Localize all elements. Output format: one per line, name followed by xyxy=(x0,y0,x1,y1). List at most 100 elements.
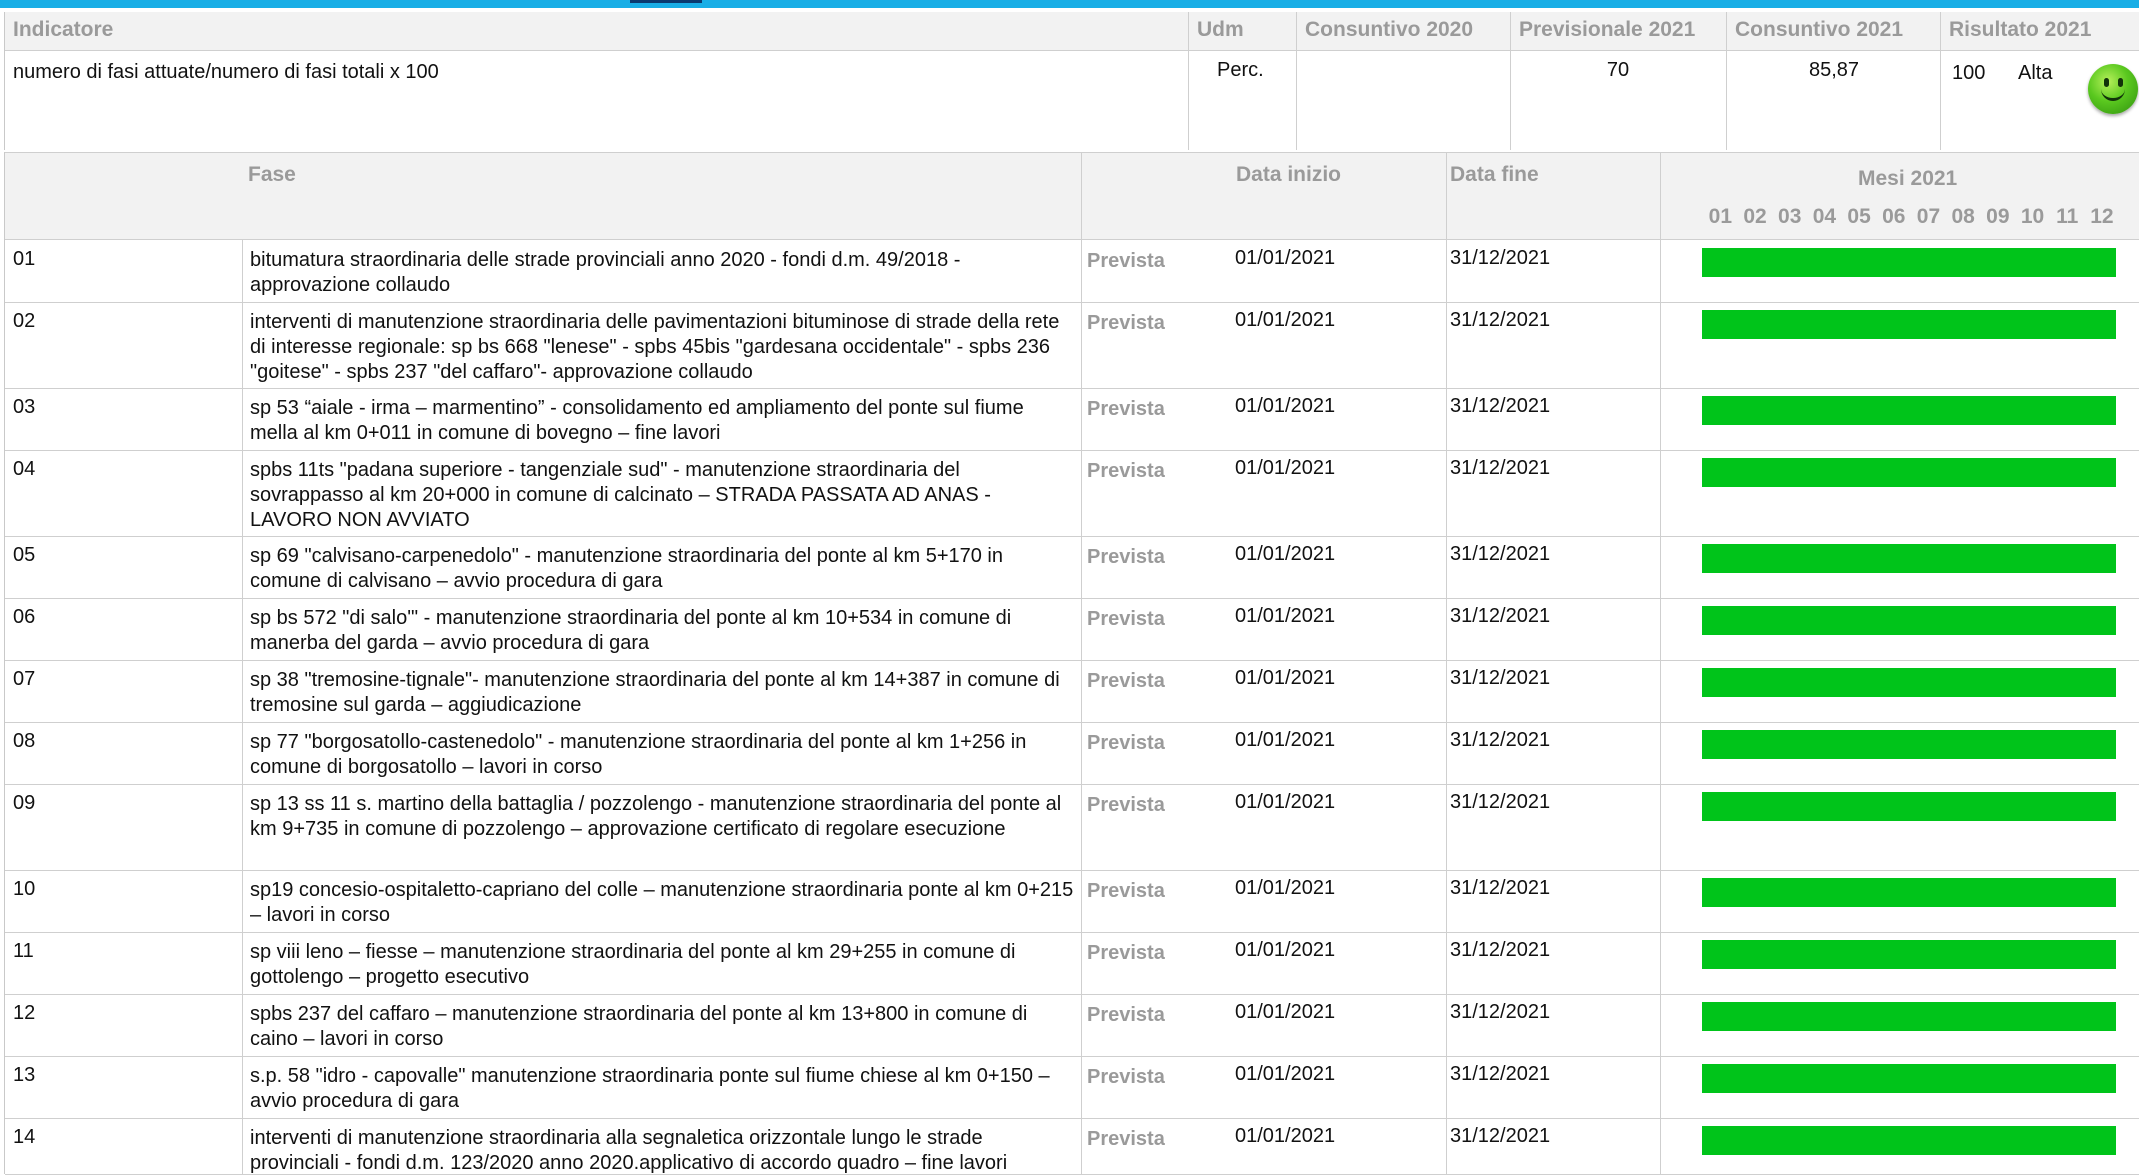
month-label: 06 xyxy=(1882,205,1906,228)
col-header-mesi: Mesi 2021 xyxy=(1858,167,1958,190)
table-row: 01 bitumatura straordinaria delle strade … xyxy=(5,240,2139,303)
phase-number: 05 xyxy=(13,544,36,566)
phase-description: spbs 11ts "padana superiore - tangenzial… xyxy=(250,459,991,531)
phase-end-date: 31/12/2021 xyxy=(1450,939,1551,961)
phase-number: 08 xyxy=(13,730,36,752)
phase-number: 12 xyxy=(13,1002,36,1024)
table-row: 14 interventi di manutenzione straordinar… xyxy=(5,1118,2139,1175)
month-label: 03 xyxy=(1778,205,1802,228)
phase-description: sp 69 "calvisano-carpenedolo" - manutenz… xyxy=(250,545,1003,592)
phase-start-date: 01/01/2021 xyxy=(1235,309,1336,331)
phase-end-date: 31/12/2021 xyxy=(1450,1063,1551,1085)
phase-description: sp 53 “aiale - irma – marmentino” - cons… xyxy=(250,397,1024,444)
col-header-consuntivo-2020: Consuntivo 2020 xyxy=(1305,18,1474,41)
phase-description: sp 77 "borgosatollo-castenedolo" - manut… xyxy=(250,731,1027,778)
phase-status: Prevista xyxy=(1087,460,1165,482)
col-header-risultato-2021: Risultato 2021 xyxy=(1949,18,2092,41)
phase-status: Prevista xyxy=(1087,880,1165,902)
month-labels: 01 02 03 04 05 06 07 08 09 10 11 12 xyxy=(1703,205,2119,229)
phase-status: Prevista xyxy=(1087,398,1165,420)
phase-status: Prevista xyxy=(1087,312,1165,334)
table-row: 08 sp 77 "borgosatollo-castenedolo" - man… xyxy=(5,722,2139,785)
indicator-previsionale-2021: 70 xyxy=(1606,59,1630,81)
phase-status: Prevista xyxy=(1087,608,1165,630)
phase-description: bitumatura straordinaria delle strade pr… xyxy=(250,249,961,296)
phase-end-date: 31/12/2021 xyxy=(1450,395,1551,417)
gantt-bar xyxy=(1702,248,2116,277)
phase-start-date: 01/01/2021 xyxy=(1235,247,1336,269)
phase-end-date: 31/12/2021 xyxy=(1450,729,1551,751)
phase-status: Prevista xyxy=(1087,732,1165,754)
phase-description: spbs 237 del caffaro – manutenzione stra… xyxy=(250,1003,1028,1050)
month-label: 04 xyxy=(1812,205,1837,228)
phase-end-date: 31/12/2021 xyxy=(1450,1125,1551,1147)
phase-description: interventi di manutenzione straordinaria… xyxy=(250,311,1060,383)
phase-status: Prevista xyxy=(1087,794,1165,816)
gantt-bar xyxy=(1702,544,2116,573)
phase-description: sp bs 572 "di salo'" - manutenzione stra… xyxy=(250,607,1012,654)
gantt-bar xyxy=(1702,606,2116,635)
top-banner xyxy=(0,0,2139,8)
gantt-bar xyxy=(1702,940,2116,969)
phase-start-date: 01/01/2021 xyxy=(1235,667,1336,689)
phase-description: sp 38 "tremosine-tignale"- manutenzione … xyxy=(250,669,1060,716)
phase-status: Prevista xyxy=(1087,670,1165,692)
month-label: 09 xyxy=(1986,205,2010,228)
gantt-bar xyxy=(1702,458,2116,487)
phase-description: interventi di manutenzione straordinaria… xyxy=(250,1127,1008,1174)
month-label: 12 xyxy=(2090,205,2114,228)
col-header-indicatore: Indicatore xyxy=(13,18,114,41)
month-label: 07 xyxy=(1916,205,1941,228)
table-row: 03 sp 53 “aiale - irma – marmentino” - co… xyxy=(5,388,2139,451)
phase-end-date: 31/12/2021 xyxy=(1450,309,1551,331)
table-row: 07 sp 38 "tremosine-tignale"- manutenzion… xyxy=(5,660,2139,723)
phase-number: 14 xyxy=(13,1126,36,1148)
phase-number: 06 xyxy=(13,606,36,628)
month-label: 10 xyxy=(2020,205,2045,228)
column-divider xyxy=(1188,12,1189,150)
phase-status: Prevista xyxy=(1087,1004,1165,1026)
col-header-data-fine: Data fine xyxy=(1450,163,1539,186)
top-banner-mark xyxy=(630,0,702,3)
table-row: 06 sp bs 572 "di salo'" - manutenzione st… xyxy=(5,598,2139,661)
phase-start-date: 01/01/2021 xyxy=(1235,1001,1336,1023)
phase-description: sp 13 ss 11 s. martino della battaglia /… xyxy=(250,793,1062,840)
risultato-level: Alta xyxy=(2018,62,2053,84)
table-row: 05 sp 69 "calvisano-carpenedolo" - manute… xyxy=(5,536,2139,599)
gantt-bar xyxy=(1702,1002,2116,1031)
gantt-bar xyxy=(1702,1126,2116,1155)
col-header-fase: Fase xyxy=(248,163,296,186)
phase-number: 09 xyxy=(13,792,36,814)
indicator-table: Indicatore Udm Consuntivo 2020 Prevision… xyxy=(4,12,2139,150)
smiley-mouth xyxy=(2101,86,2125,101)
indicator-udm: Perc. xyxy=(1217,59,1264,81)
phase-number: 07 xyxy=(13,668,36,690)
risultato-value: 100 xyxy=(1952,62,1986,84)
table-row: 09 sp 13 ss 11 s. martino della battaglia… xyxy=(5,784,2139,871)
gantt-bar xyxy=(1702,396,2116,425)
phase-number: 11 xyxy=(13,940,34,962)
phase-start-date: 01/01/2021 xyxy=(1235,543,1336,565)
phase-number: 03 xyxy=(13,396,36,418)
phase-end-date: 31/12/2021 xyxy=(1450,877,1551,899)
phase-end-date: 31/12/2021 xyxy=(1450,457,1551,479)
phase-start-date: 01/01/2021 xyxy=(1235,395,1336,417)
phase-start-date: 01/01/2021 xyxy=(1235,605,1336,627)
phase-status: Prevista xyxy=(1087,1066,1165,1088)
phase-start-date: 01/01/2021 xyxy=(1235,1063,1336,1085)
table-row: 02 interventi di manutenzione straordinar… xyxy=(5,302,2139,389)
smiley-icon xyxy=(2088,64,2138,114)
phase-status: Prevista xyxy=(1087,546,1165,568)
month-label: 08 xyxy=(1951,205,1975,228)
phase-number: 02 xyxy=(13,310,36,332)
month-label: 11 xyxy=(2056,205,2079,228)
phase-number: 10 xyxy=(13,878,36,900)
gantt-bar xyxy=(1702,668,2116,697)
column-divider xyxy=(1296,12,1297,150)
gantt-bar xyxy=(1702,310,2116,339)
table-row: 13 s.p. 58 "idro - capovalle" manutenzion… xyxy=(5,1056,2139,1119)
month-label: 05 xyxy=(1847,205,1871,228)
month-label: 02 xyxy=(1743,205,1767,228)
phase-start-date: 01/01/2021 xyxy=(1235,791,1336,813)
phase-status: Prevista xyxy=(1087,942,1165,964)
